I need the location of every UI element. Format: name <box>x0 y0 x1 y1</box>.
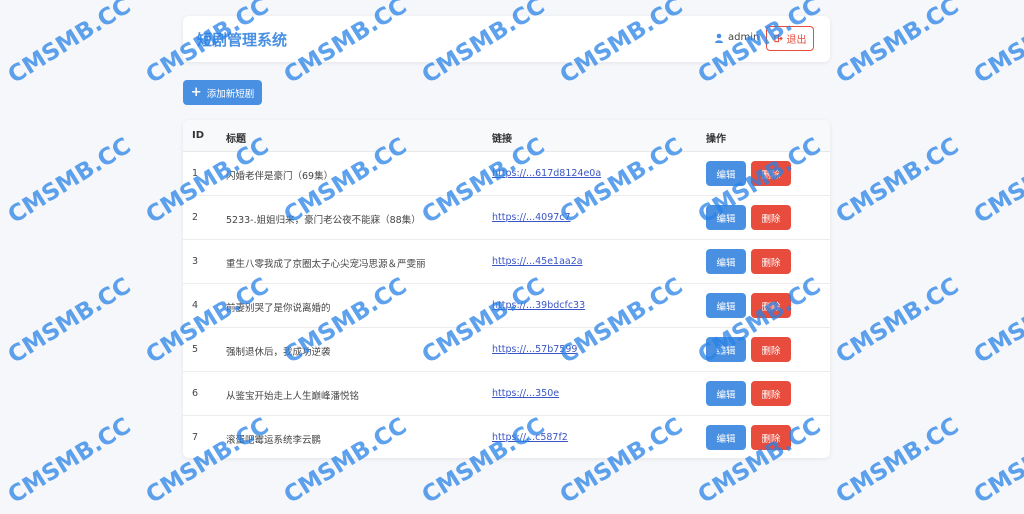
column-header-actions: 操作 <box>706 134 726 145</box>
delete-button[interactable]: 删除 <box>751 161 791 186</box>
edit-button[interactable]: 编辑 <box>706 337 746 362</box>
delete-button[interactable]: 删除 <box>751 293 791 318</box>
edit-button[interactable]: 编辑 <box>706 161 746 186</box>
row-title: 从鉴宝开始走上人生巅峰潘悦铭 <box>226 391 360 402</box>
user-icon <box>715 33 723 43</box>
table-row: 1 闪婚老伴是豪门（69集） https://...617d8124e0a 编辑… <box>183 151 830 196</box>
row-link[interactable]: https://...c587f2 <box>492 432 568 443</box>
edit-button[interactable]: 编辑 <box>706 205 746 230</box>
watermark-text: CMSMB.CC <box>969 133 1024 229</box>
row-link[interactable]: https://...350e <box>492 388 559 399</box>
edit-button[interactable]: 编辑 <box>706 293 746 318</box>
watermark-text: CMSMB.CC <box>831 133 964 229</box>
row-title: 前妻别哭了是你说离婚的 <box>226 303 331 314</box>
table-row: 3 重生八零我成了京圈太子心尖宠冯思源＆严雯丽 https://...45e1a… <box>183 239 830 284</box>
watermark-text: CMSMB.CC <box>3 413 136 509</box>
row-link[interactable]: https://...617d8124e0a <box>492 168 601 179</box>
watermark-text: CMSMB.CC <box>831 0 964 89</box>
table-row: 5 强制退休后，我成功逆袭 https://...57b7599 编辑 删除 <box>183 327 830 372</box>
drama-table: ID 标题 链接 操作 1 闪婚老伴是豪门（69集） https://...61… <box>183 120 830 458</box>
plus-icon: + <box>190 85 202 100</box>
row-id: 1 <box>192 168 199 179</box>
column-header-id: ID <box>192 130 205 141</box>
watermark-text: CMSMB.CC <box>3 133 136 229</box>
row-link[interactable]: https://...45e1aa2a <box>492 256 583 267</box>
row-link[interactable]: https://...39bdcfc33 <box>492 300 585 311</box>
row-id: 6 <box>192 388 199 399</box>
add-drama-button[interactable]: + 添加新短剧 <box>183 80 262 105</box>
watermark-text: CMSMB.CC <box>3 273 136 369</box>
top-header: 短剧管理系统 admin 退出 <box>183 16 830 62</box>
watermark-text: CMSMB.CC <box>969 0 1024 89</box>
row-id: 4 <box>192 300 199 311</box>
column-header-title: 标题 <box>226 134 246 145</box>
watermark-text: CMSMB.CC <box>3 0 136 89</box>
row-id: 3 <box>192 256 199 267</box>
row-title: 重生八零我成了京圈太子心尖宠冯思源＆严雯丽 <box>226 259 426 270</box>
row-link[interactable]: https://...57b7599 <box>492 344 577 355</box>
app-title: 短剧管理系统 <box>197 31 288 49</box>
delete-button[interactable]: 删除 <box>751 425 791 450</box>
delete-button[interactable]: 删除 <box>751 205 791 230</box>
watermark-text: CMSMB.CC <box>969 413 1024 509</box>
column-header-link: 链接 <box>492 134 512 145</box>
table-header: ID 标题 链接 操作 <box>183 120 830 152</box>
row-id: 2 <box>192 212 199 223</box>
add-drama-label: 添加新短剧 <box>206 88 255 100</box>
table-row: 4 前妻别哭了是你说离婚的 https://...39bdcfc33 编辑 删除 <box>183 283 830 328</box>
username: admin <box>728 32 760 43</box>
row-id: 5 <box>192 344 199 355</box>
user-info: admin <box>714 32 759 43</box>
watermark-text: CMSMB.CC <box>831 413 964 509</box>
row-title: 滚蛋吧霉运系统李云鹏 <box>226 435 322 446</box>
delete-button[interactable]: 删除 <box>751 381 791 406</box>
row-id: 7 <box>192 432 199 443</box>
table-row: 7 滚蛋吧霉运系统李云鹏 https://...c587f2 编辑 删除 <box>183 415 830 458</box>
delete-button[interactable]: 删除 <box>751 337 791 362</box>
edit-button[interactable]: 编辑 <box>706 381 746 406</box>
row-title: 5233-.姐姐归来，豪门老公夜不能寐（88集） <box>226 215 421 226</box>
edit-button[interactable]: 编辑 <box>706 425 746 450</box>
logout-button[interactable]: 退出 <box>766 26 814 51</box>
table-row: 2 5233-.姐姐归来，豪门老公夜不能寐（88集） https://...40… <box>183 195 830 240</box>
row-title: 闪婚老伴是豪门（69集） <box>226 171 334 182</box>
logout-label: 退出 <box>786 35 807 46</box>
logout-icon <box>773 34 783 43</box>
watermark-text: CMSMB.CC <box>969 273 1024 369</box>
row-link[interactable]: https://...4097c7 <box>492 212 571 223</box>
delete-button[interactable]: 删除 <box>751 249 791 274</box>
table-row: 6 从鉴宝开始走上人生巅峰潘悦铭 https://...350e 编辑 删除 <box>183 371 830 416</box>
watermark-text: CMSMB.CC <box>831 273 964 369</box>
row-title: 强制退休后，我成功逆袭 <box>226 347 331 358</box>
edit-button[interactable]: 编辑 <box>706 249 746 274</box>
